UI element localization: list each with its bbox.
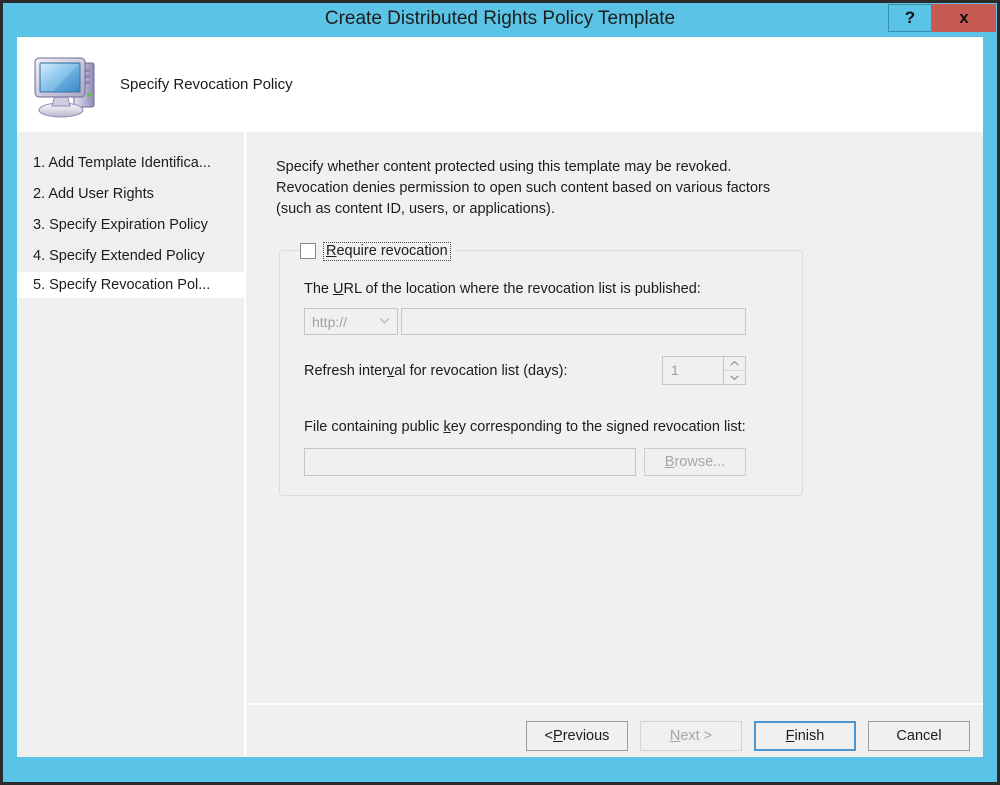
title-bar: Create Distributed Rights Policy Templat…	[3, 3, 997, 34]
content-description: Specify whether content protected using …	[276, 159, 771, 217]
next-accel: N	[669, 728, 681, 744]
sidebar-item-3[interactable]: 3. Specify Expiration Policy	[17, 212, 244, 238]
require-revocation-accel: R	[326, 242, 337, 259]
sidebar-item-2[interactable]: 2. Add User Rights	[17, 181, 244, 207]
finish-accel: F	[785, 728, 795, 744]
page-title: Specify Revocation Policy	[120, 76, 293, 93]
require-revocation-text: equire revocation	[336, 242, 448, 259]
require-revocation-checkbox[interactable]	[300, 243, 316, 259]
browse-button[interactable]: Browse...	[644, 448, 746, 476]
cancel-button[interactable]: Cancel	[868, 721, 970, 751]
dialog-body: 1. Add Template Identifica... 2. Add Use…	[17, 132, 983, 757]
refresh-interval-label: Refresh interval for revocation list (da…	[304, 363, 568, 379]
url-label-p1: The	[304, 281, 334, 297]
refresh-interval-value: 1	[671, 362, 679, 378]
previous-prefix: <	[544, 728, 554, 744]
revocation-groupbox: Require revocation The URL of the locati…	[279, 239, 803, 496]
stepper-down-icon[interactable]	[724, 371, 745, 384]
previous-accel: P	[553, 728, 563, 744]
require-revocation-label[interactable]: Require revocation	[323, 241, 451, 261]
refresh-label-p1: Refresh inter	[304, 363, 388, 379]
refresh-label-p2: al for revocation list (days):	[394, 363, 568, 379]
finish-text: inish	[794, 728, 825, 744]
chevron-down-icon	[380, 318, 389, 324]
stepper-up-icon[interactable]	[724, 357, 745, 371]
help-button[interactable]: ?	[888, 4, 932, 32]
window-title: Create Distributed Rights Policy Templat…	[324, 8, 676, 29]
url-label: The URL of the location where the revoca…	[304, 281, 701, 297]
header-band: Specify Revocation Policy	[17, 37, 983, 132]
browse-accel: B	[664, 454, 675, 470]
sidebar-item-4[interactable]: 4. Specify Extended Policy	[17, 243, 244, 269]
content-pane: Specify whether content protected using …	[246, 132, 983, 757]
refresh-interval-stepper[interactable]: 1	[662, 356, 746, 385]
wizard-steps-sidebar: 1. Add Template Identifica... 2. Add Use…	[17, 132, 244, 757]
next-text: ext >	[680, 728, 713, 744]
browse-text: rowse...	[674, 454, 726, 470]
previous-button[interactable]: < Previous	[526, 721, 628, 751]
url-scheme-combobox[interactable]: http://	[304, 308, 398, 335]
file-label-p1: File containing public	[304, 419, 444, 435]
url-label-accel: U	[333, 281, 344, 297]
dialog-footer: < Previous Next > Finish Cancel	[246, 705, 983, 757]
url-label-p2: RL of the location where the revocation …	[343, 281, 701, 297]
window-controls: ? x	[888, 4, 996, 32]
previous-text: revious	[562, 728, 610, 744]
close-button[interactable]: x	[932, 4, 996, 32]
file-label-accel: k	[443, 419, 451, 435]
dialog-window: Create Distributed Rights Policy Templat…	[0, 0, 1000, 785]
stepper-buttons	[723, 357, 745, 384]
file-label-p2: ey corresponding to the signed revocatio…	[450, 419, 746, 435]
cancel-text: Cancel	[896, 728, 942, 744]
public-key-file-label: File containing public key corresponding…	[304, 419, 746, 435]
url-input[interactable]	[401, 308, 746, 335]
sidebar-item-5[interactable]: 5. Specify Revocation Pol...	[17, 272, 244, 298]
computer-icon	[33, 47, 109, 121]
require-revocation-row[interactable]: Require revocation	[300, 239, 455, 263]
url-scheme-value: http://	[312, 314, 348, 330]
sidebar-item-1[interactable]: 1. Add Template Identifica...	[17, 150, 244, 176]
footer-button-group: < Previous Next > Finish Cancel	[526, 721, 970, 751]
next-button[interactable]: Next >	[640, 721, 742, 751]
finish-button[interactable]: Finish	[754, 721, 856, 751]
public-key-file-input[interactable]	[304, 448, 636, 476]
